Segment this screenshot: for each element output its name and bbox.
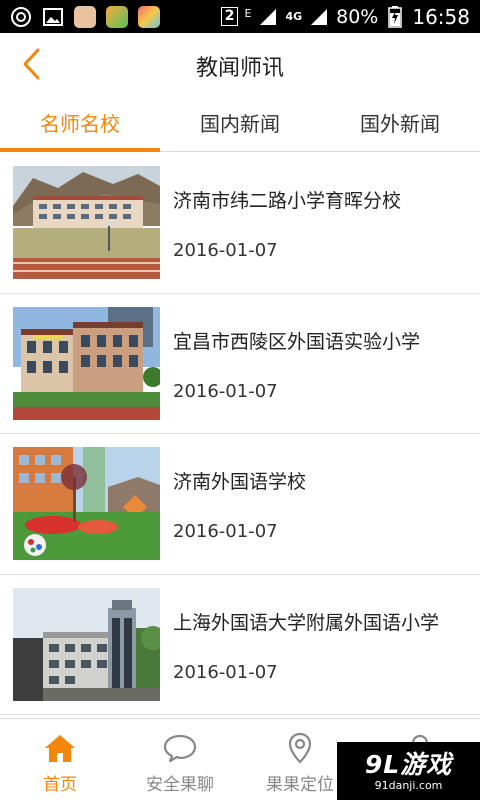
tab-famous-schools[interactable]: 名师名校 <box>0 94 160 152</box>
gallery-icon <box>42 6 64 28</box>
battery-charging-icon <box>384 5 406 28</box>
news-date: 2016-01-07 <box>173 240 278 261</box>
signal-icon <box>257 6 279 28</box>
list-item[interactable]: 济南外国语学校 2016-01-07 <box>0 434 480 575</box>
nav-label: 安全果聊 <box>146 775 214 795</box>
news-title: 上海外国语大学附属外国语小学 <box>173 611 440 634</box>
tab-domestic-news[interactable]: 国内新闻 <box>160 94 320 151</box>
network-type-e: E <box>244 6 252 20</box>
site-watermark: 9L游戏 91danji.com <box>337 742 480 800</box>
nav-home[interactable]: 首页 <box>0 719 120 800</box>
school-photo <box>13 306 160 420</box>
title-bar: 教闻师讯 <box>0 33 480 94</box>
sim-badge: 2 <box>220 7 239 26</box>
news-title: 济南市纬二路小学育晖分校 <box>173 190 402 212</box>
news-date: 2016-01-07 <box>173 380 278 402</box>
news-date: 2016-01-07 <box>173 521 278 542</box>
notification-icons <box>10 5 160 28</box>
list-item[interactable]: 济南市纬二路小学育晖分校 2016-01-07 <box>0 153 480 294</box>
watermark-url: 91danji.com <box>374 778 443 792</box>
nav-label: 果果定位 <box>266 775 334 795</box>
tab-foreign-news[interactable]: 国外新闻 <box>320 94 480 151</box>
nav-label: 首页 <box>43 775 77 795</box>
signal-icon-2 <box>308 6 330 28</box>
network-type-4g: 4G <box>285 10 303 23</box>
tether-icon <box>10 6 32 28</box>
list-item[interactable]: 上海外国语大学附属外国语小学 2016-01-07 <box>0 575 480 715</box>
news-title: 宜昌市西陵区外国语实验小学 <box>173 330 421 353</box>
news-title: 济南外国语学校 <box>173 471 307 493</box>
battery-percent: 80% <box>336 5 379 28</box>
location-pin-icon <box>283 731 317 765</box>
school-photo <box>13 587 160 701</box>
watermark-logo: 9L游戏 <box>364 749 453 779</box>
app-icon-1 <box>74 5 96 28</box>
list-item[interactable]: 宜昌市西陵区外国语实验小学 2016-01-07 <box>0 294 480 434</box>
chat-icon <box>163 731 197 765</box>
news-date: 2016-01-07 <box>173 661 278 683</box>
nav-chat[interactable]: 安全果聊 <box>120 719 240 800</box>
news-list: 济南市纬二路小学育晖分校 2016-01-07 宜昌市西陵区外国语实验小学 20… <box>0 153 480 718</box>
clock: 16:58 <box>412 4 470 29</box>
system-status: 2 E 4G 80% 16:58 <box>220 4 470 29</box>
category-tabs: 名师名校 国内新闻 国外新闻 <box>0 94 480 152</box>
school-photo <box>13 166 160 279</box>
status-bar: 2 E 4G 80% 16:58 <box>0 0 480 33</box>
app-icon-2 <box>106 5 128 28</box>
page-title: 教闻师讯 <box>195 56 284 81</box>
home-icon <box>43 731 77 765</box>
school-photo <box>13 447 160 560</box>
app-icon-3 <box>138 5 160 28</box>
